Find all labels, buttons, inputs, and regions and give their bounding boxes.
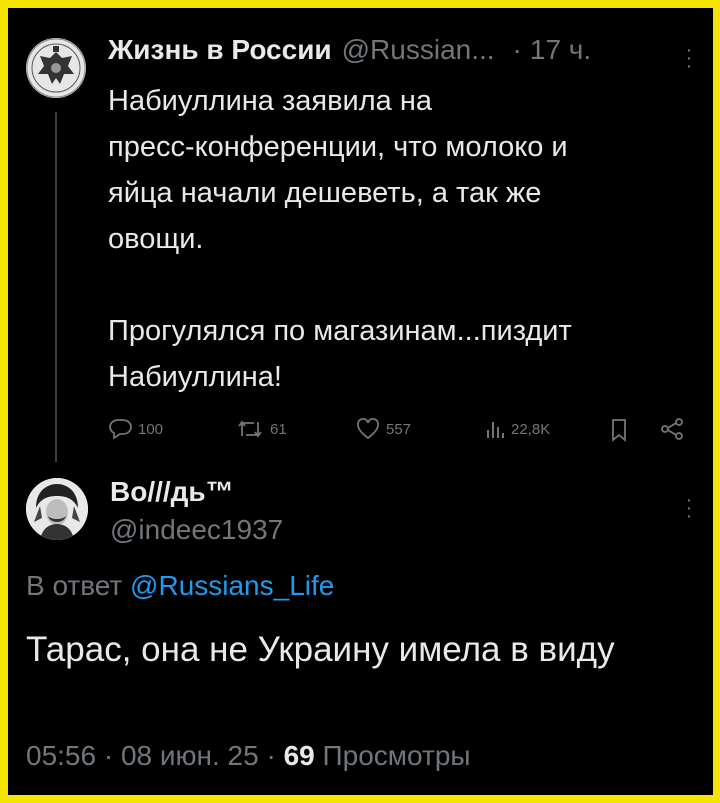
repost-button[interactable]: 61: [236, 418, 287, 440]
share-icon: [661, 418, 683, 440]
avatar-zhizn-v-rossii[interactable]: [26, 38, 86, 98]
reply-to-prefix: В ответ: [26, 570, 123, 601]
separator-dot: ·: [512, 34, 522, 65]
tweet1-time[interactable]: 17 ч.: [530, 34, 591, 66]
tweet1-more-icon[interactable]: · · ·: [684, 40, 694, 76]
tweet2-handle[interactable]: @indeec1937: [110, 514, 283, 546]
tweet2-author-name[interactable]: Во///дь™: [110, 476, 234, 508]
repost-count: 61: [270, 420, 287, 438]
repost-icon: [238, 420, 262, 438]
bookmark-button[interactable]: [610, 418, 628, 442]
thread-line: [55, 112, 57, 462]
share-button[interactable]: [660, 418, 684, 440]
tweet2-text: Тарас, она не Украину имела в виду: [26, 630, 615, 669]
tweet1-author-name[interactable]: Жизнь в России: [108, 34, 332, 66]
tweet2-more-icon[interactable]: · · ·: [684, 490, 694, 526]
tweet2-views-count: 69: [283, 740, 315, 771]
tweet2-timestamp[interactable]: 05:56 · 08 июн. 25 ·: [26, 740, 276, 771]
views-count: 22,8K: [511, 420, 551, 438]
reply-icon: [109, 419, 132, 440]
like-icon: [357, 418, 379, 440]
avatar-vozhd[interactable]: [26, 478, 88, 540]
tweet1-text: Набиуллина заявила на пресс-конференции,…: [108, 85, 572, 393]
like-button[interactable]: 557: [356, 418, 411, 440]
bookmark-icon: [612, 419, 626, 442]
reply-count: 100: [138, 420, 164, 438]
tweet1-action-bar: 100 61 557 22,8K: [108, 414, 708, 446]
reply-to-line: В ответ @Russians_Life: [26, 570, 334, 602]
reply-button[interactable]: 100: [108, 418, 163, 440]
like-count: 557: [386, 420, 412, 438]
views-icon: [487, 422, 504, 438]
reply-to-link[interactable]: @Russians_Life: [130, 570, 334, 601]
tweet1-handle[interactable]: @Russian...: [342, 34, 495, 66]
tweet1-header: Жизнь в России @Russian... · 17 ч.: [108, 34, 591, 74]
tweet2-meta: 05:56 · 08 июн. 25 · 69 Просмотры: [26, 740, 471, 772]
screenshot-frame: Жизнь в России @Russian... · 17 ч. · · · Н…: [8, 8, 713, 795]
tweet2-views-label: Просмотры: [322, 740, 471, 771]
views-button[interactable]: 22,8K: [485, 418, 550, 440]
